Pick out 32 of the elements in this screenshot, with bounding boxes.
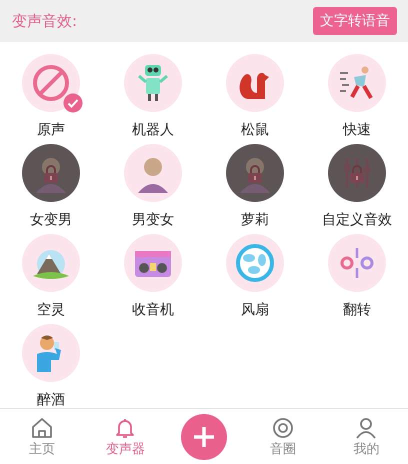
home-icon	[30, 416, 54, 440]
effect-label: 风扇	[241, 302, 269, 318]
plus-icon	[193, 426, 215, 448]
effect-label: 翻转	[343, 302, 371, 318]
effect-label: 空灵	[37, 302, 65, 318]
nav-tab[interactable]: 变声器	[84, 416, 167, 458]
no-sign-icon	[32, 64, 70, 102]
nav-tab[interactable]: 主页	[0, 416, 84, 458]
lock-icon	[347, 164, 367, 184]
flip-icon	[340, 246, 374, 280]
fan-icon	[235, 243, 275, 283]
check-badge-icon	[63, 93, 83, 113]
person-icon	[354, 416, 378, 440]
robot-icon	[136, 63, 170, 103]
nav-tab[interactable]: 音圈	[241, 416, 324, 458]
effect-label: 男变女	[132, 212, 174, 228]
effect-label: 醉酒	[37, 392, 65, 408]
effect-label: 快速	[343, 122, 371, 138]
camera-lens-icon	[270, 416, 295, 440]
effect-label: 机器人	[132, 122, 174, 138]
text-to-speech-button[interactable]: 文字转语音	[313, 7, 397, 35]
section-title: 变声音效:	[12, 10, 78, 32]
nav-tab[interactable]: 我的	[324, 416, 408, 458]
lock-icon	[245, 164, 265, 184]
effect-label: 萝莉	[241, 212, 269, 228]
effect-label: 自定义音效	[322, 212, 392, 228]
lock-icon	[41, 164, 61, 184]
effect-label: 收音机	[132, 302, 174, 318]
add-button[interactable]	[181, 414, 227, 460]
effect-label: 松鼠	[241, 122, 269, 138]
effect-label: 原声	[37, 122, 65, 138]
effect-label: 女变男	[30, 212, 72, 228]
